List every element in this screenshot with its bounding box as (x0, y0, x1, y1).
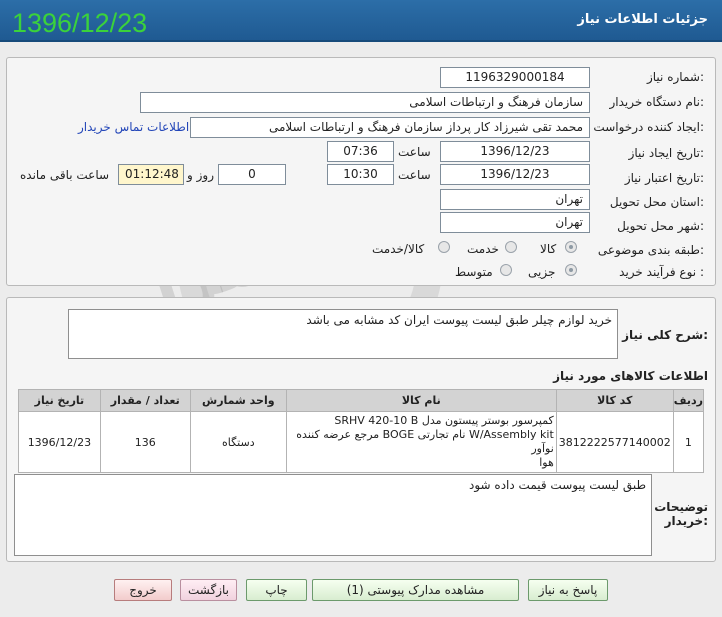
validity-time-field[interactable]: 10:30 (327, 164, 394, 185)
province-label: استان محل تحویل: (609, 195, 704, 209)
created-date-label: تاریخ ایجاد نیاز: (628, 146, 704, 160)
items-table: ردیف کد کالا نام کالا واحد شمارش تعداد /… (18, 389, 705, 473)
item-name-line3: هوا (539, 456, 554, 469)
col-code: کد کالا (555, 389, 674, 412)
table-header-row: ردیف کد کالا نام کالا واحد شمارش تعداد /… (18, 389, 705, 412)
col-unit: واحد شمارش (189, 389, 287, 412)
row-number: 1 (672, 411, 705, 473)
city-label: شهر محل تحویل: (617, 219, 704, 233)
process-medium-label: متوسط (455, 265, 493, 279)
table-row[interactable]: 1 3812222577140002 کمپرسور بوستر پیستون … (18, 411, 705, 473)
reply-button[interactable]: پاسخ به نیاز (528, 579, 608, 601)
category-both-radio[interactable] (438, 241, 450, 253)
header-bar: 1396/12/23 جزئیات اطلاعات نیاز (0, 0, 722, 42)
need-number-field[interactable]: 1196329000184 (440, 67, 590, 88)
item-date: 1396/12/23 (18, 411, 101, 473)
print-button[interactable]: چاپ (246, 579, 307, 601)
buyer-org-label: نام دستگاه خریدار: (609, 95, 705, 109)
col-qty: تعداد / مقدار (99, 389, 191, 412)
created-time-field[interactable]: 07:36 (327, 141, 394, 162)
summary-label: شرح کلی نیاز: (622, 328, 708, 342)
created-time-label: ساعت (398, 145, 431, 159)
remaining-label: ساعت باقی مانده (20, 168, 110, 182)
back-button[interactable]: بازگشت (180, 579, 237, 601)
category-goods-label: کالا (540, 242, 557, 256)
need-number-label: شماره نیاز: (646, 70, 704, 84)
item-name-line2: W/Assembly kit نام تجارتی BOGE مرجع عرضه… (296, 428, 554, 455)
creator-field[interactable]: محمد تقی شیرزاد کار پرداز سازمان فرهنگ و… (190, 117, 590, 138)
days-label: روز و (187, 168, 214, 182)
buyer-notes-label-line1: توضیحات (654, 500, 708, 514)
created-date-field[interactable]: 1396/12/23 (440, 141, 590, 162)
col-name: نام کالا (285, 389, 557, 412)
validity-date-label: تاریخ اعتبار نیاز: (624, 171, 704, 185)
item-qty: 136 (99, 411, 191, 473)
col-date: تاریخ نیاز (18, 389, 101, 412)
validity-time-label: ساعت (398, 168, 431, 182)
view-attachments-button[interactable]: مشاهده مدارک پیوستی (1) (312, 579, 519, 601)
col-row: ردیف (672, 389, 705, 412)
page-title: جزئیات اطلاعات نیاز (577, 12, 708, 27)
item-name-line1: کمپرسور بوستر پیستون مدل SRHV 420-10 B (334, 414, 554, 427)
exit-button[interactable]: خروج (114, 579, 172, 601)
creator-label: ایجاد کننده درخواست: (593, 120, 704, 134)
item-name: کمپرسور بوستر پیستون مدل SRHV 420-10 B W… (285, 411, 557, 473)
buyer-notes-label: توضیحات خریدار: (654, 500, 708, 528)
remaining-days-field[interactable]: 0 (218, 164, 286, 185)
city-field[interactable]: تهران (440, 212, 590, 233)
process-minor-radio[interactable] (565, 264, 577, 276)
summary-textarea[interactable]: خرید لوازم چیلر طبق لیست پیوست ایران کد … (68, 309, 618, 359)
category-goods-radio[interactable] (565, 241, 577, 253)
buyer-contact-link[interactable]: اطلاعات تماس خریدار (78, 120, 189, 134)
buyer-notes-textarea[interactable]: طبق لیست پیوست قیمت داده شود (14, 474, 652, 556)
item-code: 3812222577140002 (555, 411, 674, 473)
date-stamp: 1396/12/23 (12, 8, 148, 38)
validity-date-field[interactable]: 1396/12/23 (440, 164, 590, 185)
process-medium-radio[interactable] (500, 264, 512, 276)
province-field[interactable]: تهران (440, 189, 590, 210)
category-service-label: خدمت (467, 242, 499, 256)
items-section-title: اطلاعات کالاهای مورد نیاز (553, 369, 708, 383)
item-unit: دستگاه (189, 411, 287, 473)
category-both-label: کالا/خدمت (372, 242, 425, 256)
process-label: نوع فرآیند خرید : (619, 265, 704, 279)
buyer-org-field[interactable]: سازمان فرهنگ و ارتباطات اسلامی (140, 92, 590, 113)
process-minor-label: جزیی (528, 265, 556, 279)
category-service-radio[interactable] (505, 241, 517, 253)
remaining-time-field[interactable]: 01:12:48 (118, 164, 184, 185)
buyer-notes-label-line2: خریدار: (664, 514, 708, 528)
category-label: طبقه بندی موضوعی: (597, 243, 704, 257)
